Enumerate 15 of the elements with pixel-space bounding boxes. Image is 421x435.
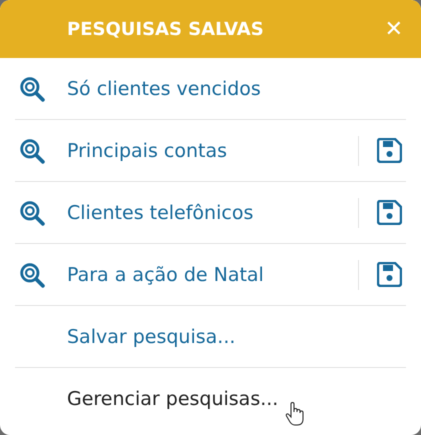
search-icon (20, 76, 45, 102)
hand-cursor-icon (285, 402, 305, 426)
menu-action-link[interactable]: Salvar pesquisa... (67, 326, 406, 348)
search-icon (20, 200, 45, 226)
save-icon[interactable] (377, 200, 402, 225)
saved-search-link[interactable]: Só clientes vencidos (67, 78, 406, 100)
saved-search-link[interactable]: Para a ação de Natal (67, 264, 358, 286)
menu-action-link[interactable]: Gerenciar pesquisas... (67, 388, 406, 410)
search-icon (20, 262, 45, 288)
save-icon[interactable] (377, 138, 402, 163)
dialog-title: PESQUISAS SALVAS (67, 18, 264, 40)
search-icon (20, 138, 45, 164)
save-icon[interactable] (377, 262, 402, 287)
saved-search-link[interactable]: Principais contas (67, 140, 358, 162)
saved-search-link[interactable]: Clientes telefônicos (67, 202, 358, 224)
